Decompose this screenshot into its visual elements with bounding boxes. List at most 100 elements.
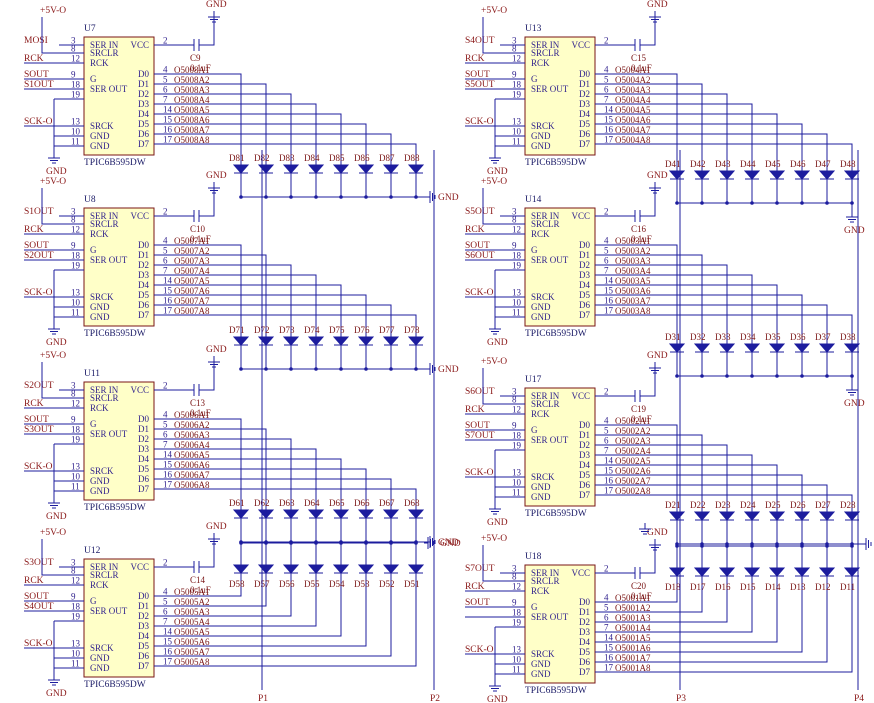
- diode-symbol: [768, 511, 786, 521]
- diode-symbol: [668, 343, 686, 353]
- pin-name: SRCLR: [90, 393, 119, 403]
- signal-label-sck: SCK-O: [465, 288, 494, 298]
- pin-number: 6: [163, 85, 168, 95]
- wire: [41, 362, 69, 399]
- ground-label: GND: [206, 0, 227, 10]
- diode-designator: D23: [715, 500, 731, 510]
- pin-number: 7: [604, 623, 609, 633]
- diode-designator: D16: [715, 582, 731, 592]
- ground-label: GND: [647, 0, 668, 10]
- pin-number: 13: [512, 288, 522, 298]
- diode-designator: D52: [379, 579, 395, 589]
- pin-name: GND: [90, 312, 110, 322]
- pin-name: D7: [138, 139, 149, 149]
- diode-designator: D74: [304, 325, 320, 335]
- pin-name: D1: [138, 79, 149, 89]
- capacitor-designator: C14: [190, 575, 206, 585]
- diode-symbol: [693, 343, 711, 353]
- pin-name: SER OUT: [90, 84, 128, 94]
- ground-label: GND: [46, 167, 67, 177]
- pin-number: 7: [604, 446, 609, 456]
- schematic-canvas: U7TPIC6B595DW3 SER IN8 SRCLR12 RCK9 G18 SER O…: [24, 0, 872, 703]
- pin-number: 9: [512, 421, 517, 431]
- diode-symbol: [357, 509, 375, 519]
- pin-number: 5: [163, 420, 168, 430]
- ground-label: GND: [487, 338, 508, 348]
- pin-name: GND: [90, 486, 110, 496]
- pin-number: 10: [512, 478, 522, 488]
- diode-symbol: [257, 564, 275, 574]
- pin-number: 7: [163, 266, 168, 276]
- wire: [199, 188, 215, 217]
- pin-number: 11: [71, 137, 80, 147]
- signal-label-sout: SOUT: [465, 598, 490, 608]
- pin-number: 11: [512, 665, 521, 675]
- pin-number: 16: [163, 470, 173, 480]
- ground-symbol: [489, 503, 501, 515]
- pin-number: 9: [71, 592, 76, 602]
- ic-designator: U14: [525, 195, 542, 205]
- pin-number: 4: [163, 236, 168, 246]
- wire: [640, 17, 656, 46]
- diode-symbol: [357, 336, 375, 346]
- pin-number: 11: [512, 308, 521, 318]
- signal-label-sout: SOUT: [465, 241, 490, 251]
- pin-number: 2: [163, 36, 168, 46]
- pin-name: D0: [579, 420, 590, 430]
- pin-number: 6: [604, 85, 609, 95]
- pin-name: D0: [579, 240, 590, 250]
- diode-designator: D48: [840, 159, 856, 169]
- pin-number: 5: [604, 246, 609, 256]
- pin-number: 6: [604, 613, 609, 623]
- pin-name: D7: [138, 661, 149, 671]
- pin-name: RCK: [90, 58, 109, 68]
- pin-name: G: [90, 596, 97, 606]
- pin-number: 7: [163, 617, 168, 627]
- pin-number: 8: [512, 215, 517, 225]
- diode-designator: D81: [229, 153, 245, 163]
- diode-designator: D26: [790, 500, 806, 510]
- signal-label-rck: RCK: [465, 225, 485, 235]
- diode-designator: D76: [354, 325, 370, 335]
- ground-label: GND: [844, 399, 865, 409]
- diode-designator: D32: [690, 332, 706, 342]
- pin-name: SRCK: [531, 121, 555, 131]
- pin-number: 8: [71, 566, 76, 576]
- pin-number: 18: [512, 251, 522, 261]
- ic-designator: U17: [525, 375, 542, 385]
- pin-name: D3: [579, 450, 590, 460]
- pin-number: 10: [71, 127, 81, 137]
- pin-name: SER OUT: [531, 255, 569, 265]
- diode-symbol: [743, 343, 761, 353]
- pin-name: D3: [138, 99, 149, 109]
- pin-number: 5: [604, 426, 609, 436]
- pin-number: 19: [512, 261, 522, 271]
- signal-label-ser-in: S2OUT: [24, 381, 54, 391]
- wire: [41, 539, 69, 576]
- pin-name: D7: [138, 310, 149, 320]
- diode-symbol: [282, 564, 300, 574]
- diode-symbol: [257, 336, 275, 346]
- pin-number: 17: [604, 486, 614, 496]
- pin-number: 13: [71, 117, 81, 127]
- pin-number: 13: [71, 639, 81, 649]
- ic-part-number: TPIC6B595DW: [525, 158, 587, 168]
- pin-number: 16: [163, 647, 173, 657]
- pin-number: 17: [604, 663, 614, 673]
- port-label: P4: [854, 694, 864, 703]
- diode-designator: D37: [815, 332, 831, 342]
- pin-number: 9: [71, 415, 76, 425]
- pin-number: 15: [604, 466, 614, 476]
- pin-name: D0: [579, 69, 590, 79]
- ground-symbol: [846, 384, 858, 396]
- diode-symbol: [232, 336, 250, 346]
- pin-name: GND: [90, 302, 110, 312]
- pin-number: 16: [604, 296, 614, 306]
- diode-designator: D67: [379, 498, 395, 508]
- port-label: P3: [676, 694, 686, 703]
- diode-designator: D22: [690, 500, 706, 510]
- signal-label-sout-next: S2OUT: [24, 251, 54, 261]
- pin-name: SRCK: [90, 466, 114, 476]
- pin-name: G: [90, 245, 97, 255]
- diode-symbol: [307, 164, 325, 174]
